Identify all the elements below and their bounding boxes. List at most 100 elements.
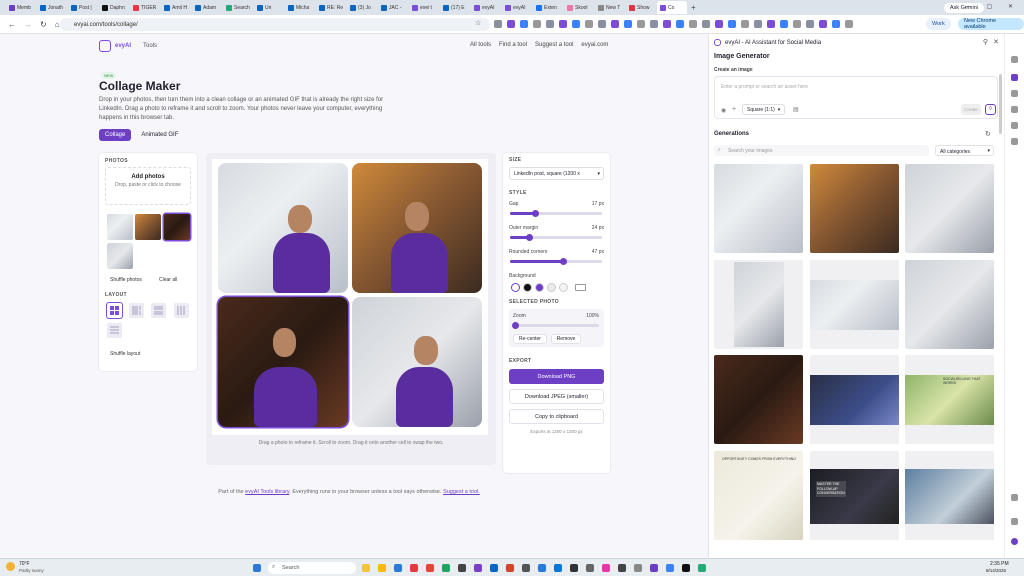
extension-icon[interactable] — [702, 20, 710, 28]
mic-icon[interactable]: ◊ — [985, 104, 996, 115]
brand[interactable]: evyAI Tools — [99, 40, 157, 52]
extension-icon[interactable] — [767, 20, 775, 28]
browser-tab[interactable]: Daphn — [99, 1, 129, 14]
clear-all-button[interactable]: Clear all — [159, 277, 177, 283]
image-rail-icon[interactable] — [1011, 90, 1018, 97]
gear-icon[interactable] — [1011, 518, 1018, 525]
background-swatch[interactable] — [523, 283, 532, 292]
generated-image-10[interactable]: OPPORTUNITY COMES FROM EVERYTHING — [714, 451, 803, 540]
window-controls[interactable]: — ▢ ✕ — [965, 3, 1020, 10]
size-select[interactable]: LinkedIn post, square (1200 x ▾ — [509, 167, 604, 180]
taskbar-search[interactable]: ⌕ Search — [268, 562, 356, 574]
generated-image-6[interactable] — [905, 260, 994, 349]
avatar[interactable] — [1011, 538, 1018, 545]
update-chrome-button[interactable]: New Chrome available — [958, 18, 1024, 30]
copy-clipboard-button[interactable]: Copy to clipboard — [509, 409, 604, 424]
open-external-icon[interactable] — [1011, 56, 1018, 63]
browser-tab[interactable]: Memb — [6, 1, 36, 14]
custom-color-icon[interactable] — [575, 284, 586, 291]
photo-thumb-2[interactable] — [135, 214, 161, 240]
layout-top-bottom[interactable] — [151, 303, 166, 318]
extension-icon[interactable] — [559, 20, 567, 28]
browser-tab[interactable]: (17) E — [440, 1, 470, 14]
extension-icon[interactable] — [754, 20, 762, 28]
extension-icon[interactable] — [494, 20, 502, 28]
browser-tab[interactable]: Show — [626, 1, 656, 14]
browser-tab[interactable]: Amit H — [161, 1, 191, 14]
extension-icon[interactable] — [676, 20, 684, 28]
extension-icon[interactable] — [715, 20, 723, 28]
photo-thumb-1[interactable] — [107, 214, 133, 240]
list-rail-icon[interactable] — [1011, 122, 1018, 129]
browser-tab[interactable]: Search — [223, 1, 253, 14]
scrollbar[interactable] — [999, 74, 1002, 134]
taskbar-app-icon[interactable] — [618, 564, 626, 572]
footer-suggest-link[interactable]: Suggest a tool. — [443, 489, 480, 495]
generated-image-1[interactable] — [714, 164, 803, 253]
taskbar-app-icon[interactable] — [458, 564, 466, 572]
home-icon[interactable]: ⌂ — [55, 20, 60, 29]
taskbar-app-icon[interactable] — [522, 564, 530, 572]
collage-cell-3[interactable] — [218, 297, 348, 427]
extension-icon[interactable] — [572, 20, 580, 28]
rounded-corners-slider[interactable] — [510, 258, 602, 265]
generated-image-8[interactable] — [810, 355, 899, 444]
address-bar[interactable]: evyai.com/tools/collage/ — [60, 18, 490, 31]
browser-tab[interactable]: Adam — [192, 1, 222, 14]
shuffle-layout-button[interactable]: Shuffle layout — [110, 351, 140, 357]
eye-icon[interactable]: ◉ — [721, 107, 726, 114]
browser-tab[interactable]: Un — [254, 1, 284, 14]
new-tab-icon[interactable]: + — [691, 3, 696, 12]
expand-rail-icon[interactable] — [1011, 494, 1018, 501]
extension-icon[interactable] — [533, 20, 541, 28]
extension-icon[interactable] — [806, 20, 814, 28]
extension-icon[interactable] — [793, 20, 801, 28]
extension-icon[interactable] — [689, 20, 697, 28]
forward-icon[interactable]: → — [24, 20, 32, 29]
taskbar-app-icon[interactable] — [698, 564, 706, 572]
photo-thumb-3[interactable] — [164, 214, 190, 240]
bookmark-star-icon[interactable]: ☆ — [475, 19, 481, 27]
extension-icon[interactable] — [598, 20, 606, 28]
extension-icon[interactable] — [663, 20, 671, 28]
nav-all-tools[interactable]: All tools — [470, 42, 491, 48]
taskbar-app-icon[interactable] — [538, 564, 546, 572]
recenter-button[interactable]: Re-center — [513, 334, 547, 344]
tab-collage[interactable]: Collage — [99, 129, 132, 141]
extension-icon[interactable] — [546, 20, 554, 28]
nav-tools[interactable]: Tools — [143, 43, 157, 49]
extension-icon[interactable] — [520, 20, 528, 28]
chat-rail-icon[interactable] — [1011, 106, 1018, 113]
nav-evyai-home[interactable]: evyai.com — [581, 42, 608, 48]
generated-image-5[interactable] — [810, 260, 899, 349]
browser-tab[interactable]: JAC - — [378, 1, 408, 14]
browser-tab[interactable]: (3) Jo — [347, 1, 377, 14]
extension-icon[interactable] — [780, 20, 788, 28]
zoom-slider[interactable] — [512, 322, 599, 329]
taskbar-app-icon[interactable] — [634, 564, 642, 572]
background-swatch[interactable] — [535, 283, 544, 292]
taskbar-app-icon[interactable] — [442, 564, 450, 572]
browser-tab[interactable]: Post | — [68, 1, 98, 14]
aspect-select[interactable]: Square (1:1) ▾ — [742, 104, 786, 115]
taskbar-app-icon[interactable] — [586, 564, 594, 572]
taskbar-app-icon[interactable] — [554, 564, 562, 572]
browser-tab[interactable]: evyAI — [502, 1, 532, 14]
download-png-button[interactable]: Download PNG — [509, 369, 604, 384]
nav-find-tool[interactable]: Find a tool — [499, 42, 527, 48]
taskbar-app-icon[interactable] — [474, 564, 482, 572]
generated-image-11[interactable]: MASTER THE FOLLOW-UP CONVERSATION — [810, 451, 899, 540]
template-icon[interactable]: ▤ — [793, 106, 799, 113]
prompt-input[interactable]: Enter a prompt or search an asset here — [721, 84, 808, 90]
collage-canvas[interactable] — [212, 159, 488, 435]
background-swatch[interactable] — [559, 283, 568, 292]
pin-icon[interactable]: ⚲ — [983, 38, 988, 46]
extension-icon[interactable] — [585, 20, 593, 28]
taskbar-app-icon[interactable] — [666, 564, 674, 572]
taskbar-app-icon[interactable] — [490, 564, 498, 572]
image-search-input[interactable]: ⌕ Search your images — [714, 145, 929, 156]
browser-tab[interactable]: Exten — [533, 1, 563, 14]
browser-tab[interactable]: RE: Re — [316, 1, 346, 14]
generated-image-3[interactable] — [905, 164, 994, 253]
taskbar-app-icon[interactable] — [682, 564, 690, 572]
